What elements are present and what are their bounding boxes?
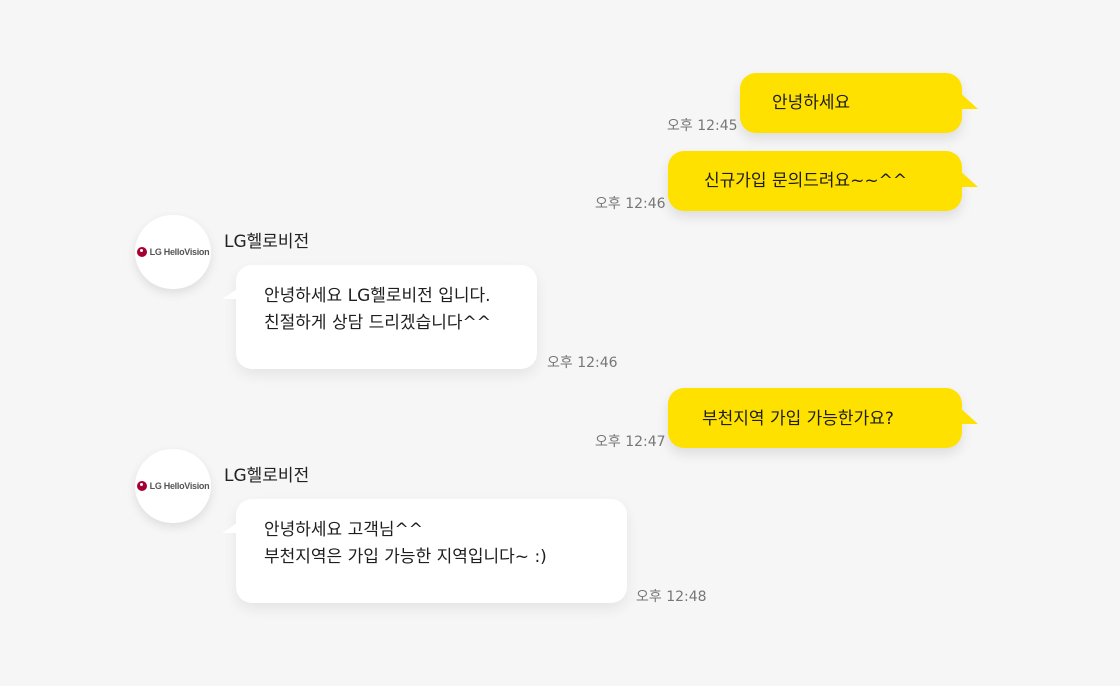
sender-avatar[interactable]: LG HelloVision bbox=[135, 449, 211, 523]
lg-hellovision-logo-icon: LG HelloVision bbox=[136, 481, 210, 491]
bubble-tail bbox=[958, 406, 978, 424]
message-text: 신규가입 문의드려요~~^^ bbox=[704, 171, 908, 191]
outgoing-message-bubble: 신규가입 문의드려요~~^^ bbox=[668, 151, 978, 211]
message-time: 오후 12:47 bbox=[595, 434, 666, 450]
message-text-line: 친절하게 상담 드리겠습니다^^ bbox=[264, 313, 491, 333]
outgoing-message-bubble: 안녕하세요 bbox=[740, 73, 978, 133]
sender-name: LG헬로비전 bbox=[224, 466, 310, 486]
message-time: 오후 12:48 bbox=[636, 589, 707, 605]
sender-name: LG헬로비전 bbox=[224, 232, 310, 252]
bubble-tail bbox=[958, 91, 978, 109]
lg-logo-mark-icon bbox=[136, 481, 147, 491]
bubble-tail bbox=[222, 287, 240, 299]
outgoing-message-bubble: 부천지역 가입 가능한가요? bbox=[668, 388, 978, 448]
lg-hellovision-logo-icon: LG HelloVision bbox=[136, 247, 210, 257]
message-text-line: 안녕하세요 LG헬로비전 입니다. bbox=[264, 286, 491, 306]
message-time: 오후 12:46 bbox=[595, 196, 666, 212]
bubble-tail bbox=[958, 169, 978, 187]
message-text: 부천지역 가입 가능한가요? bbox=[702, 409, 894, 429]
incoming-message-bubble: 안녕하세요 고객님^^ 부천지역은 가입 가능한 지역입니다~ :) bbox=[222, 499, 627, 603]
message-text-line: 부천지역은 가입 가능한 지역입니다~ :) bbox=[264, 547, 547, 567]
message-time: 오후 12:45 bbox=[667, 118, 738, 134]
incoming-message-bubble: 안녕하세요 LG헬로비전 입니다. 친절하게 상담 드리겠습니다^^ bbox=[222, 265, 537, 369]
logo-text: LG HelloVision bbox=[149, 481, 210, 491]
logo-text: LG HelloVision bbox=[149, 247, 210, 257]
lg-logo-mark-icon bbox=[136, 247, 147, 257]
bubble-tail bbox=[222, 521, 240, 533]
message-text: 안녕하세요 bbox=[772, 93, 851, 113]
message-text-line: 안녕하세요 고객님^^ bbox=[264, 520, 424, 540]
message-time: 오후 12:46 bbox=[547, 355, 618, 371]
sender-avatar[interactable]: LG HelloVision bbox=[135, 215, 211, 289]
